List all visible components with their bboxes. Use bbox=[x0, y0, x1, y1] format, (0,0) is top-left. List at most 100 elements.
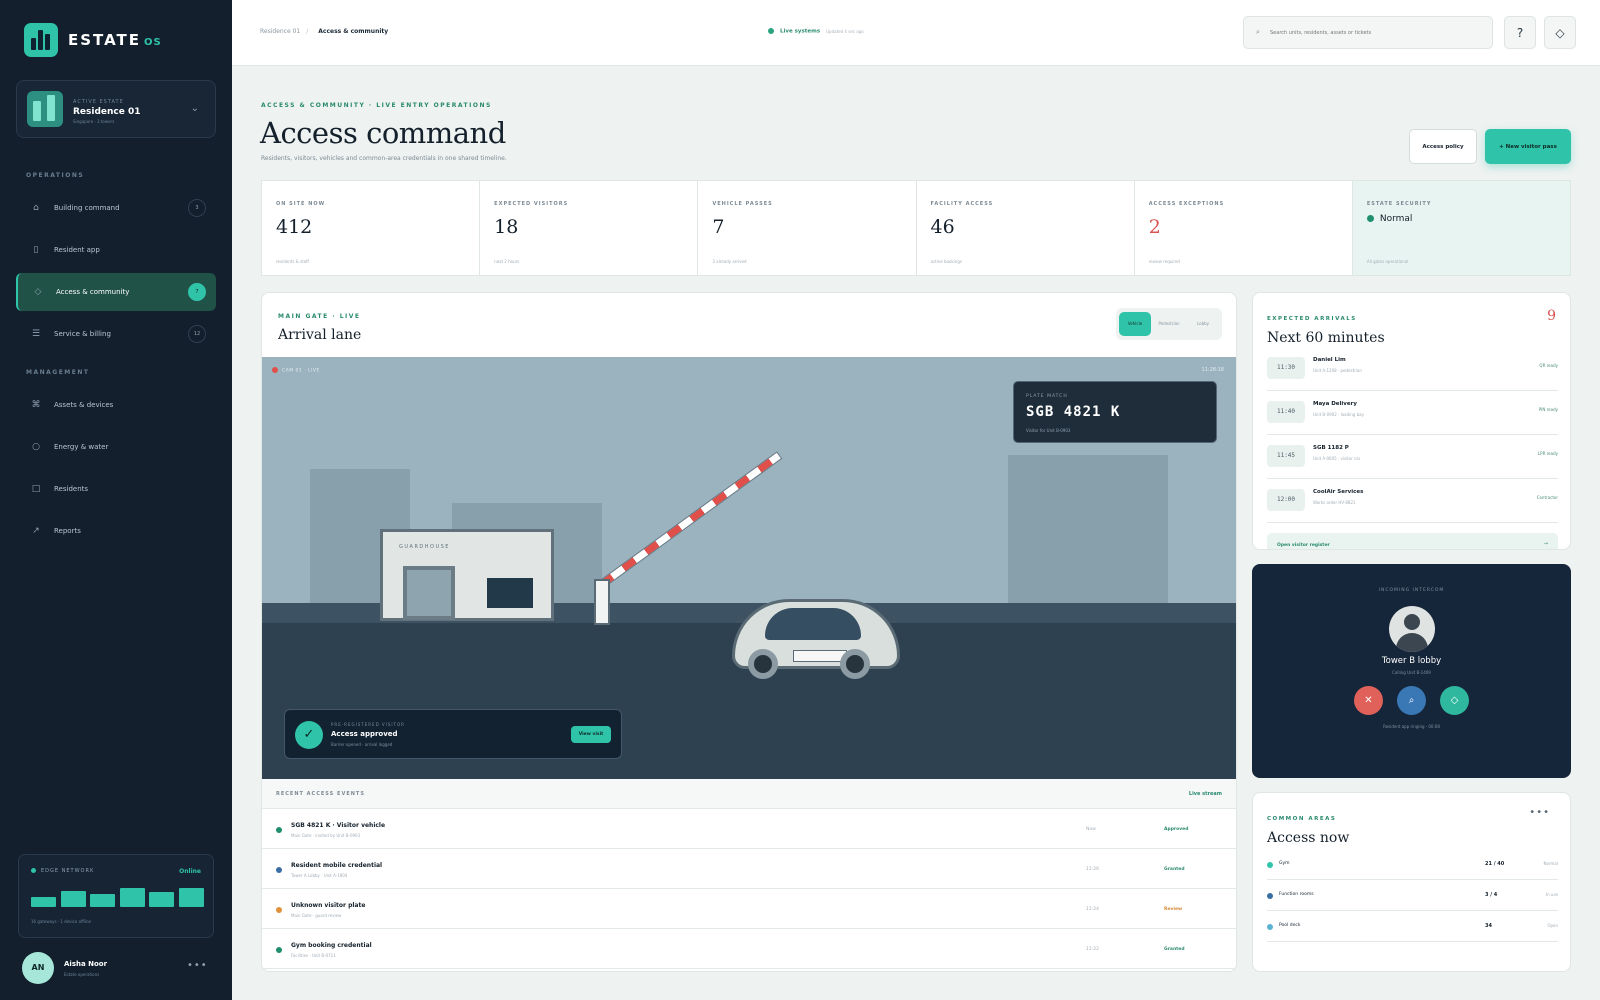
breadcrumb-root[interactable]: Residence 01 bbox=[260, 28, 300, 35]
camera-timestamp: 11:28:18 bbox=[1201, 367, 1224, 373]
help-button[interactable]: ? bbox=[1504, 16, 1536, 49]
caller-name: Tower B lobby bbox=[1381, 656, 1442, 666]
table-row[interactable]: Gym booking credential Facilities · Unit … bbox=[262, 929, 1236, 969]
sidebar-item-residents[interactable]: □ Residents bbox=[16, 470, 216, 508]
area-status: In use bbox=[1545, 892, 1558, 897]
list-item[interactable]: 11:45 SGB 1182 P Unit A-0605 · visitor car… bbox=[1267, 435, 1558, 479]
list-item[interactable]: 12:00 CoolAir Services Works order HV-8821… bbox=[1267, 479, 1558, 523]
table-row[interactable]: SGB 4821 K · Visitor vehicle Main Gate · … bbox=[262, 809, 1236, 849]
search-icon: ⌕ bbox=[1256, 28, 1260, 36]
more-icon[interactable]: ••• bbox=[1529, 807, 1550, 818]
arrival-name: CoolAir Services bbox=[1313, 489, 1364, 495]
stat-estate-security[interactable]: ESTATE SECURITY Normal All gates operation… bbox=[1352, 181, 1571, 275]
new-visitor-pass-button[interactable]: + New visitor pass bbox=[1485, 129, 1571, 164]
event-sub: Main Gate · invited by Unit B-0903 bbox=[291, 833, 361, 838]
stat-on-site[interactable]: ON SITE NOW 412 residents & staff bbox=[262, 181, 481, 275]
devices-icon: ⌘ bbox=[31, 400, 41, 410]
page-title: Access command bbox=[260, 116, 506, 150]
nav-badge: 3 bbox=[188, 199, 206, 217]
event-time: 11:26 bbox=[1086, 867, 1099, 872]
arrival-status: QR ready bbox=[1539, 363, 1558, 368]
mode-lobby[interactable]: Lobby bbox=[1187, 312, 1219, 336]
approval-title: Access approved bbox=[331, 730, 398, 738]
more-icon[interactable]: ••• bbox=[187, 960, 208, 971]
status-badge: Granted bbox=[1164, 947, 1185, 952]
table-row[interactable]: Resident mobile credential Tower A Lobby … bbox=[262, 849, 1236, 889]
network-title: EDGE NETWORK bbox=[31, 868, 94, 874]
list-item[interactable]: Function rooms 3 / 4 In use bbox=[1267, 880, 1558, 911]
sidebar-item-service-billing[interactable]: ☰ Service & billing 12 bbox=[16, 315, 216, 353]
sidebar-item-reports[interactable]: ↗ Reports bbox=[16, 512, 216, 550]
stat-facility-access[interactable]: FACILITY ACCESS 46 active bookings bbox=[917, 181, 1135, 275]
arrival-time: 11:30 bbox=[1267, 357, 1305, 379]
stat-vehicle-passes[interactable]: VEHICLE PASSES 7 3 already arrived bbox=[698, 181, 917, 275]
network-bar bbox=[31, 897, 56, 907]
open-door-button[interactable]: ◇ bbox=[1440, 686, 1469, 715]
user-name: Aisha Noor bbox=[64, 959, 108, 968]
arrival-time: 12:00 bbox=[1267, 489, 1305, 511]
user-role: Estate operations bbox=[64, 971, 100, 977]
expected-arrivals-panel: EXPECTED ARRIVALS Next 60 minutes 9 11:3… bbox=[1252, 292, 1571, 550]
user-profile[interactable]: AN Aisha Noor Estate operations bbox=[22, 952, 107, 984]
mode-switch: Vehicle Pedestrian Lobby bbox=[1116, 308, 1222, 340]
list-item[interactable]: Gym 21 / 40 Normal bbox=[1267, 849, 1558, 880]
decline-call-button[interactable]: ✕ bbox=[1354, 686, 1383, 715]
plate-match-card: PLATE MATCH SGB 4821 K Visitor for Unit … bbox=[1013, 381, 1217, 443]
access-policy-button[interactable]: Access policy bbox=[1409, 129, 1477, 164]
network-footer: 16 gateways · 1 device offline bbox=[31, 919, 92, 924]
residents-icon: □ bbox=[31, 484, 41, 494]
list-item[interactable]: 11:30 Daniel Lim Unit A-1208 · pedestrian Q… bbox=[1267, 347, 1558, 391]
estate-switcher[interactable]: ACTIVE ESTATE Residence 01 Singapore · 3… bbox=[16, 80, 216, 138]
search-input[interactable] bbox=[1270, 27, 1480, 39]
status-badge: Approved bbox=[1164, 827, 1189, 832]
arrival-lane-panel: MAIN GATE · LIVE Arrival lane Vehicle Pe… bbox=[261, 292, 1237, 972]
plate-number: SGB 4821 K bbox=[1026, 404, 1121, 420]
open-visitor-register-link[interactable]: Open visitor register → bbox=[1267, 533, 1558, 549]
area-count: 21 / 40 bbox=[1485, 861, 1505, 867]
phone-icon: ▯ bbox=[33, 245, 39, 255]
list-item[interactable]: 11:40 Maya Delivery Unit B-0902 · loading … bbox=[1267, 391, 1558, 435]
stat-access-exceptions[interactable]: ACCESS EXCEPTIONS 2 review required bbox=[1135, 181, 1353, 275]
car-wheel bbox=[840, 649, 870, 679]
sidebar-item-assets-devices[interactable]: ⌘ Assets & devices bbox=[16, 386, 216, 424]
status-badge: Granted bbox=[1164, 867, 1185, 872]
search-call-button[interactable]: ⌕ bbox=[1397, 686, 1426, 715]
area-status: Normal bbox=[1543, 861, 1558, 866]
gate-camera-feed: GUARDHOUSE CAM 01 · LIVE 11:28:18 PLATE … bbox=[262, 357, 1236, 779]
status-dot bbox=[276, 867, 282, 873]
arrival-sub: Works order HV-8821 bbox=[1313, 500, 1356, 505]
stats-strip: ON SITE NOW 412 residents & staff EXPECTED… bbox=[261, 180, 1571, 276]
brand[interactable]: ESTATE OS bbox=[24, 23, 162, 57]
breadcrumb: Residence 01/Access & community bbox=[260, 28, 389, 35]
page-subtitle: Residents, visitors, vehicles and common… bbox=[261, 155, 507, 162]
status-dot bbox=[276, 907, 282, 913]
sidebar-item-resident-app[interactable]: ▯ Resident app bbox=[16, 231, 216, 269]
status-dot bbox=[1267, 893, 1273, 899]
brand-logo-icon bbox=[24, 23, 58, 57]
table-row[interactable]: Unknown visitor plate Main Gate · guard r… bbox=[262, 889, 1236, 929]
panel-eyebrow: EXPECTED ARRIVALS bbox=[1267, 316, 1357, 322]
sidebar-item-building-command[interactable]: ⌂ Building command 3 bbox=[16, 189, 216, 227]
alert-button[interactable]: ◇ bbox=[1544, 16, 1576, 49]
car-wheel bbox=[748, 649, 778, 679]
arrival-time: 11:45 bbox=[1267, 445, 1305, 467]
list-item[interactable]: Pool deck 34 Open bbox=[1267, 911, 1558, 942]
network-bars bbox=[31, 885, 204, 907]
arrival-status: Contractor bbox=[1536, 495, 1558, 500]
reports-icon: ↗ bbox=[32, 526, 40, 536]
stat-expected-visitors[interactable]: EXPECTED VISITORS 18 next 2 hours bbox=[480, 181, 699, 275]
home-icon: ⌂ bbox=[33, 203, 39, 213]
mode-vehicle[interactable]: Vehicle bbox=[1119, 312, 1151, 336]
search-box[interactable]: ⌕ bbox=[1243, 16, 1493, 49]
arrival-sub: Unit A-1208 · pedestrian bbox=[1313, 368, 1362, 373]
status-dot bbox=[276, 947, 282, 953]
event-title: Gym booking credential bbox=[291, 942, 372, 949]
building-icon bbox=[27, 91, 63, 127]
mode-pedestrian[interactable]: Pedestrian bbox=[1153, 312, 1185, 336]
network-card[interactable]: EDGE NETWORK Online 16 gateways · 1 devi… bbox=[18, 854, 214, 938]
arrival-status: PIN ready bbox=[1538, 407, 1558, 412]
live-stream-link[interactable]: Live stream bbox=[1189, 791, 1222, 797]
sidebar-item-access-community[interactable]: ◇ Access & community 7 bbox=[16, 273, 216, 311]
sidebar-item-energy-water[interactable]: ○ Energy & water bbox=[16, 428, 216, 466]
view-visit-button[interactable]: View visit bbox=[571, 726, 611, 743]
